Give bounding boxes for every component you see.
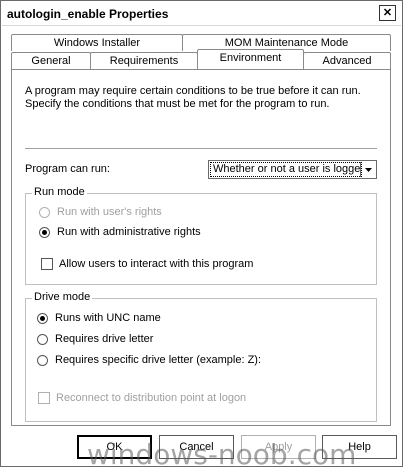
title-bar: autologin_enable Properties ✕: [2, 2, 401, 26]
runs-with-unc-radio[interactable]: Runs with UNC name: [37, 312, 161, 324]
checkbox-box: [38, 392, 50, 404]
intro-text: A program may require certain conditions…: [25, 85, 375, 111]
drive-mode-title: Drive mode: [32, 291, 93, 303]
close-icon[interactable]: ✕: [379, 5, 396, 21]
run-with-user-rights-label: Run with user's rights: [57, 206, 162, 218]
reconnect-checkbox[interactable]: Reconnect to distribution point at logon: [38, 392, 246, 404]
tab-windows-installer[interactable]: Windows Installer: [11, 34, 183, 51]
reconnect-label: Reconnect to distribution point at logon: [56, 392, 247, 404]
cancel-button[interactable]: Cancel: [159, 435, 234, 459]
tab-general[interactable]: General: [11, 52, 91, 69]
radio-circle: [39, 206, 50, 218]
program-can-run-label: Program can run:: [25, 163, 110, 175]
tab-environment[interactable]: Environment: [197, 49, 304, 69]
requires-specific-letter-label: Requires specific drive letter (example:…: [55, 354, 262, 366]
checkbox-box: [41, 258, 53, 270]
radio-circle: [37, 354, 48, 366]
tab-requirements[interactable]: Requirements: [90, 52, 198, 69]
intro-line-1: A program may require certain conditions…: [25, 85, 361, 97]
allow-interact-checkbox[interactable]: Allow users to interact with this progra…: [41, 258, 253, 270]
properties-dialog: autologin_enable Properties ✕ Windows In…: [0, 0, 403, 471]
run-mode-title: Run mode: [32, 186, 87, 198]
radio-circle: [37, 333, 48, 345]
run-with-admin-rights-label: Run with administrative rights: [57, 226, 201, 238]
run-with-user-rights-radio[interactable]: Run with user's rights: [39, 206, 162, 218]
program-can-run-dropdown[interactable]: Whether or not a user is logged on: [208, 160, 377, 179]
requires-drive-letter-label: Requires drive letter: [55, 333, 154, 345]
allow-interact-label: Allow users to interact with this progra…: [59, 258, 254, 270]
program-can-run-value: Whether or not a user is logged on: [210, 162, 362, 177]
apply-button[interactable]: Apply: [241, 435, 316, 459]
radio-circle-selected: [37, 312, 48, 324]
requires-drive-letter-radio[interactable]: Requires drive letter: [37, 333, 153, 345]
ok-button[interactable]: OK: [77, 435, 152, 459]
separator: [25, 148, 377, 149]
run-with-admin-rights-radio[interactable]: Run with administrative rights: [39, 226, 201, 238]
window-title: autologin_enable Properties: [7, 7, 169, 21]
tab-advanced[interactable]: Advanced: [303, 52, 391, 69]
help-button[interactable]: Help: [322, 435, 397, 459]
radio-circle-selected: [39, 226, 50, 238]
requires-specific-letter-radio[interactable]: Requires specific drive letter (example:…: [37, 354, 261, 366]
runs-with-unc-label: Runs with UNC name: [55, 312, 161, 324]
chevron-down-icon[interactable]: [360, 162, 375, 177]
intro-line-2: Specify the conditions that must be met …: [25, 98, 330, 110]
